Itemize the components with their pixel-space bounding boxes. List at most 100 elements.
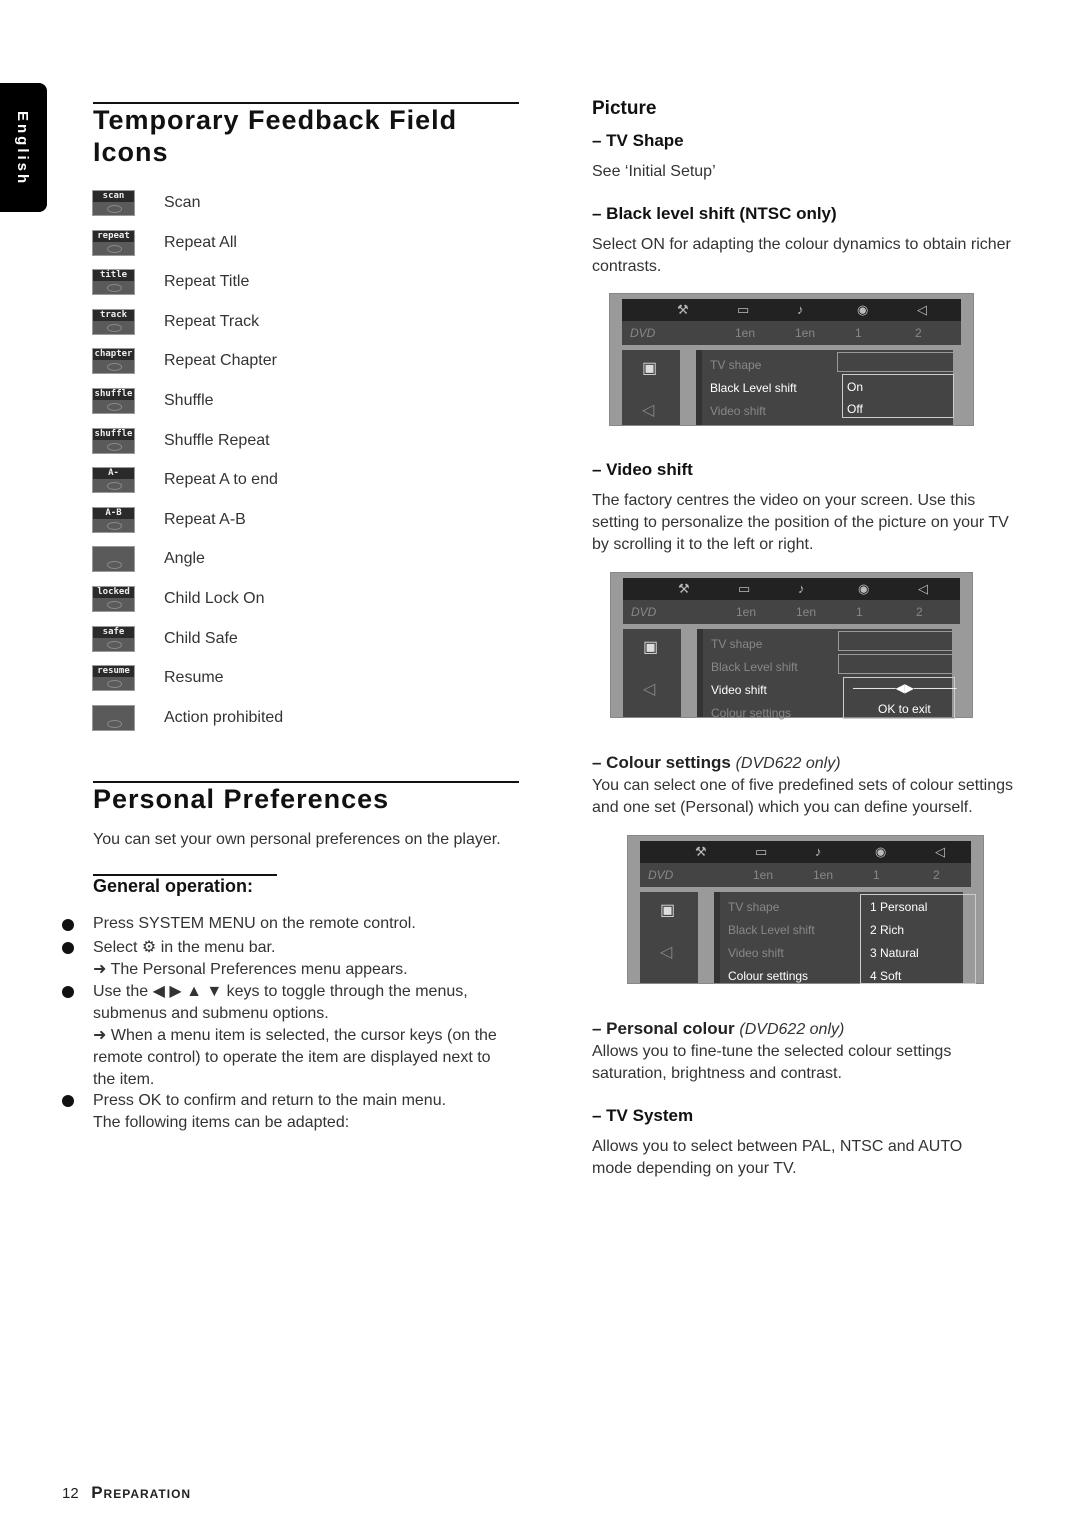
menu-bar-icon: ▭ bbox=[737, 302, 750, 317]
icon-glyph bbox=[107, 521, 122, 530]
icon-badge: safe bbox=[93, 626, 134, 638]
icon-badge: locked bbox=[93, 587, 134, 598]
icon-badge: shuffle bbox=[93, 389, 134, 400]
menu-screenshot-colour-settings: ⚒ ▭ ♪ ◉ ◁ DVD 1en 1en 1 2 ▣ ◁ TV shape Black Level sh… bbox=[627, 835, 984, 984]
feedback-icon bbox=[92, 704, 135, 731]
picture-icon: ▣ bbox=[643, 639, 659, 656]
icon-glyph bbox=[107, 403, 122, 411]
picture-heading: Picture bbox=[592, 98, 657, 119]
icon-list-item: resume Resume bbox=[92, 665, 492, 692]
speaker-icon: ◁ bbox=[643, 681, 656, 698]
option: Off bbox=[847, 402, 863, 416]
picture-icon: ▣ bbox=[642, 360, 658, 377]
icon-list-item: locked Child Lock On bbox=[92, 586, 492, 612]
step: Use the ◀ ▶ ▲ ▼ keys to toggle through t… bbox=[93, 983, 468, 1022]
menu-bar-value: 1en bbox=[736, 605, 757, 619]
tv-system-text: Allows you to select between PAL, NTSC a… bbox=[592, 1138, 963, 1177]
option: On bbox=[847, 380, 864, 394]
icon-list-item: safe Child Safe bbox=[92, 625, 492, 652]
menu-bar-value: 2 bbox=[933, 868, 940, 882]
menu-bar-icon: ▭ bbox=[755, 844, 768, 859]
menu-item: Black Level shift bbox=[711, 660, 798, 674]
menu-item: TV shape bbox=[711, 637, 763, 651]
icon-glyph bbox=[107, 601, 122, 609]
menu-bar-icon: ⚒ bbox=[677, 302, 689, 317]
bullet bbox=[62, 986, 74, 998]
menu-side-panel: ▣ ◁ bbox=[622, 350, 680, 425]
icon-label: Action prohibited bbox=[164, 708, 284, 726]
icon-label: Repeat A to end bbox=[164, 471, 278, 489]
menu-bar-icon: ◉ bbox=[875, 844, 887, 859]
menu-bar-icon: ◉ bbox=[857, 302, 869, 317]
menu-item: Video shift bbox=[710, 404, 766, 418]
menu-bar-icon: ♪ bbox=[815, 844, 822, 859]
title-personal-preferences: Personal Preferences bbox=[93, 781, 519, 815]
menu-bar-icon: ▭ bbox=[738, 581, 751, 596]
menu-bar: ⚒ ▭ ♪ ◉ ◁ DVD 1en 1en 1 2 bbox=[623, 578, 960, 624]
menu-bar-value: 2 bbox=[915, 326, 922, 340]
dvd-logo: DVD bbox=[648, 868, 674, 882]
icon-label: Scan bbox=[164, 194, 201, 211]
menu-item: Colour settings bbox=[728, 969, 809, 983]
menu-bar-icon: ◁ bbox=[917, 302, 927, 317]
icon-list-item: Action prohibited bbox=[92, 704, 492, 731]
menu-bar-value: 1en bbox=[795, 326, 816, 340]
menu-bar-icon: ◉ bbox=[858, 581, 870, 596]
language-tab: English bbox=[0, 83, 47, 212]
icon-badge: chapter bbox=[93, 349, 134, 361]
menu-item: Black Level shift bbox=[728, 923, 815, 937]
step: The following items can be adapted: bbox=[93, 1114, 350, 1131]
menu-panel: TV shape Black Level shift Video shift On Of… bbox=[696, 350, 957, 425]
icon-glyph bbox=[107, 482, 122, 491]
icon-list-item: A- Repeat A to end bbox=[92, 467, 492, 494]
icon-glyph bbox=[107, 640, 122, 649]
menu-item: Black Level shift bbox=[710, 381, 797, 395]
feedback-icon: shuffle bbox=[92, 388, 135, 414]
menu-bar: ⚒ ▭ ♪ ◉ ◁ DVD 1en 1en 1 2 bbox=[622, 299, 961, 345]
tvshape-text: See ‘Initial Setup’ bbox=[592, 163, 716, 180]
footer: 12 Preparation bbox=[62, 1483, 191, 1503]
menu-item: Colour settings bbox=[711, 706, 792, 720]
menu-bar-icon: ⚒ bbox=[678, 581, 690, 596]
feedback-icon: track bbox=[92, 308, 135, 335]
menu-bar-value: 1en bbox=[813, 868, 834, 882]
icon-glyph bbox=[107, 323, 122, 332]
section-name: Preparation bbox=[91, 1483, 192, 1502]
feedback-icon: resume bbox=[92, 665, 135, 692]
menu-item: Video shift bbox=[711, 683, 767, 697]
black-level-text: Select ON for adapting the colour dynami… bbox=[592, 236, 1011, 275]
intro-text: You can set your own personal preference… bbox=[93, 831, 501, 848]
option: 4 Soft bbox=[870, 969, 902, 983]
menu-screenshot-video-shift: ⚒ ▭ ♪ ◉ ◁ DVD 1en 1en 1 2 ▣ ◁ TV shape Black Level sh… bbox=[610, 572, 973, 720]
icon-badge: A-B bbox=[93, 507, 134, 519]
icon-badge: scan bbox=[93, 191, 134, 202]
icon-glyph bbox=[107, 561, 122, 570]
icon-list-item: chapter Repeat Chapter bbox=[92, 348, 492, 375]
speaker-icon: ◁ bbox=[660, 944, 673, 961]
colour-settings-text: You can select one of five predefined se… bbox=[592, 777, 1014, 816]
icon-glyph bbox=[107, 680, 122, 689]
menu-bar-icon: ♪ bbox=[798, 581, 805, 596]
feedback-icon: locked bbox=[92, 586, 135, 612]
icon-label: Child Lock On bbox=[164, 590, 265, 607]
icon-label: Repeat Title bbox=[164, 273, 250, 291]
feedback-icon: chapter bbox=[92, 348, 135, 375]
icon-badge: resume bbox=[93, 666, 134, 678]
tvshape-heading: – TV Shape bbox=[592, 131, 684, 150]
page-number: 12 bbox=[62, 1485, 79, 1502]
icon-list-item: shuffle Shuffle bbox=[92, 388, 492, 414]
icon-list-item: scan Scan bbox=[92, 190, 492, 216]
icon-badge: repeat bbox=[93, 230, 134, 242]
personal-colour-text: Allows you to fine-tune the selected col… bbox=[592, 1043, 952, 1082]
icon-label: Child Safe bbox=[164, 629, 238, 647]
menu-item: TV shape bbox=[728, 900, 780, 914]
menu-bar-icon: ⚒ bbox=[695, 844, 707, 859]
bullet bbox=[62, 942, 74, 954]
feedback-icon: shuffle bbox=[92, 427, 135, 454]
icon-glyph bbox=[107, 363, 122, 372]
icon-label: Angle bbox=[164, 550, 205, 568]
step: ➜ The Personal Preferences menu appears. bbox=[93, 961, 408, 978]
icon-badge: track bbox=[93, 309, 134, 321]
step: Select ⚙ in the menu bar. bbox=[93, 939, 276, 956]
menu-item: Video shift bbox=[728, 946, 784, 960]
